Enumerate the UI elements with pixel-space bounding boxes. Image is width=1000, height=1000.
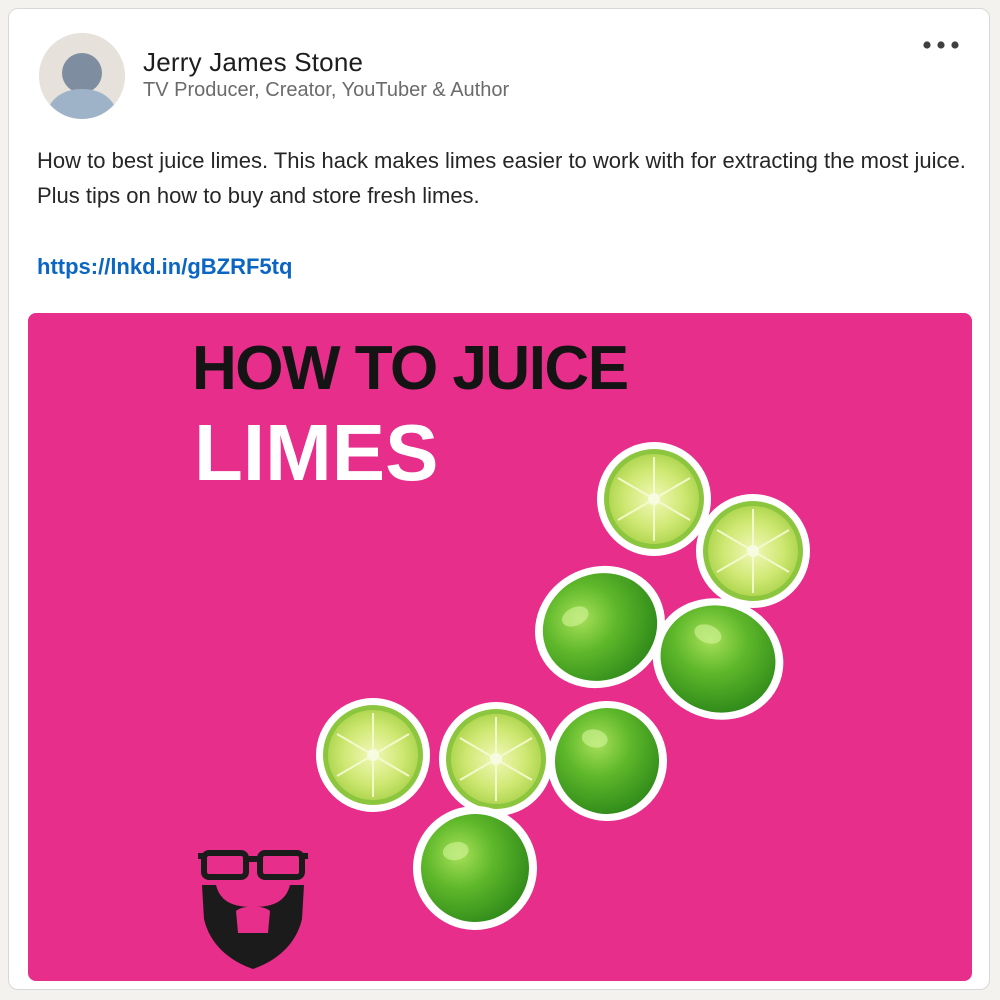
lime-slice bbox=[316, 698, 430, 812]
lime-slice bbox=[696, 494, 810, 608]
author-headline: TV Producer, Creator, YouTuber & Author bbox=[143, 79, 510, 101]
more-options-button[interactable] bbox=[919, 31, 967, 59]
image-title: HOW TO JUICE bbox=[192, 334, 629, 403]
author-avatar[interactable] bbox=[39, 33, 125, 119]
image-subtitle: LIMES bbox=[194, 408, 439, 497]
lime-illustration bbox=[28, 313, 972, 981]
post-link[interactable]: https://lnkd.in/gBZRF5tq bbox=[37, 254, 292, 280]
post-text: How to best juice limes. This hack makes… bbox=[37, 148, 966, 208]
lime-slice bbox=[597, 442, 711, 556]
lime-slice bbox=[439, 702, 553, 816]
post-card: Jerry James Stone TV Producer, Creator, … bbox=[8, 8, 990, 990]
author-name[interactable]: Jerry James Stone bbox=[143, 47, 363, 78]
post-image[interactable]: HOW TO JUICE LIMES bbox=[28, 313, 972, 981]
more-horizontal-icon bbox=[923, 41, 959, 49]
person-placeholder-icon bbox=[39, 33, 125, 119]
